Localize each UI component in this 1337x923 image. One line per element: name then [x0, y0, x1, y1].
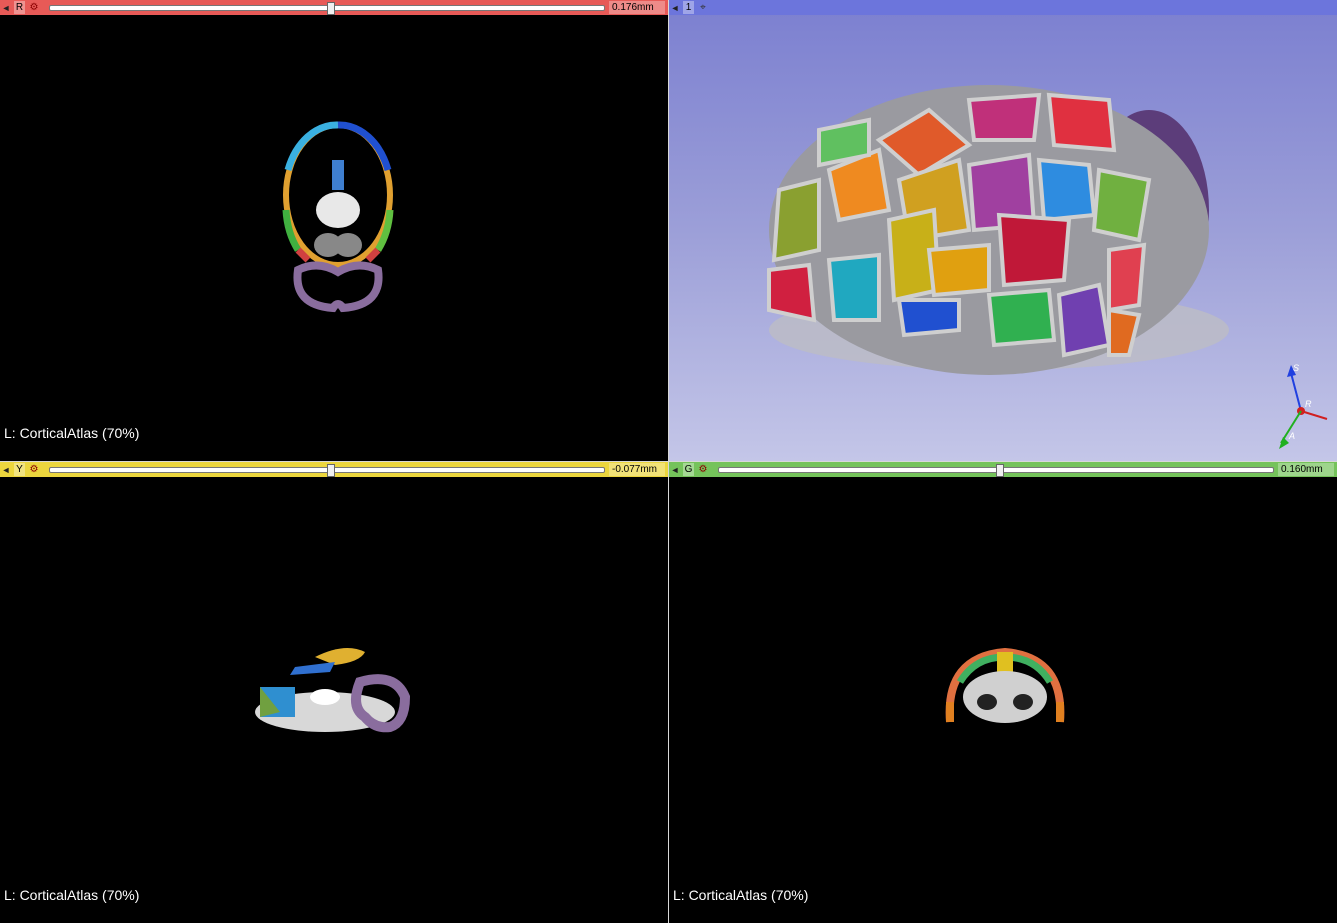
axis-label-s: S	[1293, 363, 1299, 373]
yellow-slice-view[interactable]: ◄ Y ⚙ -0.077mm L: CorticalAtlas (70%)	[0, 462, 668, 923]
coronal-slice-image	[945, 647, 1065, 723]
orientation-axes: S R A	[1279, 363, 1328, 449]
layer-label: L: CorticalAtlas (70%)	[4, 887, 140, 903]
layer-label: L: CorticalAtlas (70%)	[673, 887, 809, 903]
green-slice-view[interactable]: ◄ G ⚙ 0.160mm L: CorticalAtlas (70%)	[669, 462, 1337, 923]
3d-brain-render	[767, 85, 1229, 375]
layer-label: L: CorticalAtlas (70%)	[4, 425, 140, 441]
axis-label-a: A	[1288, 431, 1295, 441]
axis-label-r: R	[1305, 399, 1312, 409]
sagittal-slice-image	[255, 648, 411, 733]
horizontal-divider[interactable]	[0, 461, 1337, 462]
axial-slice-image	[282, 121, 394, 313]
red-slice-view[interactable]: ◄ R ⚙ 0.176mm L: CorticalAtlas (70%)	[0, 0, 668, 461]
3d-view[interactable]: ◄ 1 ⌖ S R A	[669, 0, 1337, 461]
